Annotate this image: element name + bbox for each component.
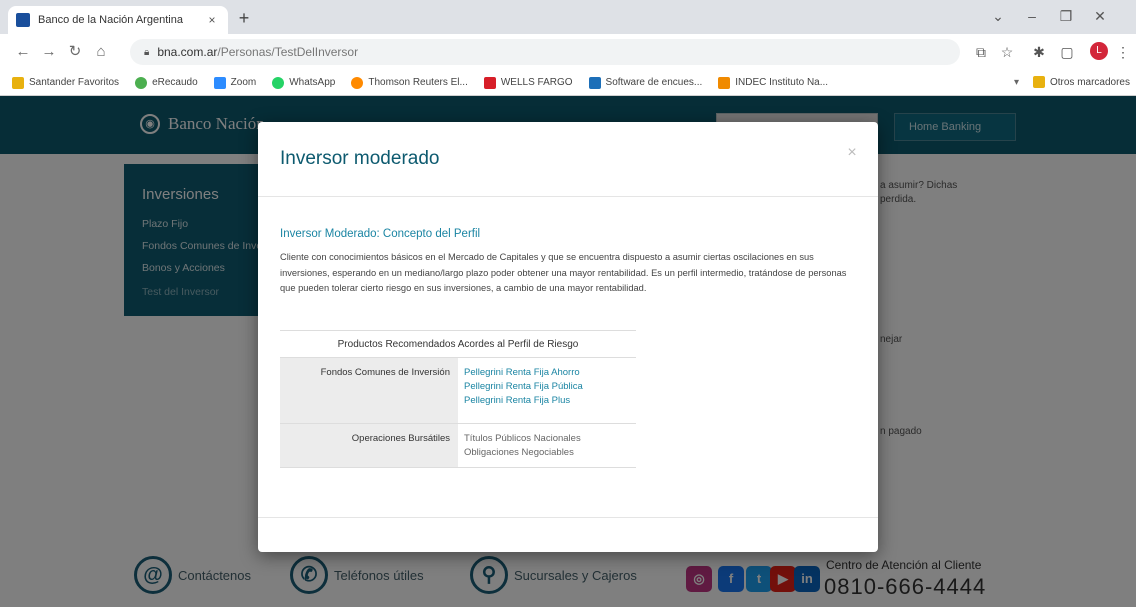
- restore-icon[interactable]: ❐: [1056, 8, 1076, 24]
- bna-favicon-icon: [16, 13, 30, 27]
- row-label: Fondos Comunes de Inversión: [280, 358, 458, 423]
- sidepanel-icon[interactable]: ▢: [1058, 43, 1076, 61]
- bookmark-item[interactable]: Zoom: [213, 76, 256, 89]
- recommended-products-table: Productos Recomendados Acordes al Perfil…: [280, 330, 636, 468]
- table-row: Fondos Comunes de Inversión Pellegrini R…: [280, 358, 636, 424]
- browser-toolbar: ← → ↻ ⌂ 🔒︎ bna.com.ar/Personas/TestDelIn…: [0, 34, 1136, 70]
- lock-icon: 🔒︎: [144, 46, 150, 58]
- table-row: Operaciones Bursátiles Títulos Públicos …: [280, 424, 636, 468]
- modal-title: Inversor moderado: [280, 148, 440, 169]
- install-app-icon[interactable]: ⧉: [972, 43, 990, 61]
- row-values: Títulos Públicos Nacionales Obligaciones…: [458, 424, 636, 467]
- new-tab-button[interactable]: +: [234, 8, 254, 28]
- back-icon[interactable]: ←: [14, 43, 32, 61]
- extensions-icon[interactable]: ✱: [1030, 43, 1048, 61]
- modal-header: Inversor moderado ×: [258, 122, 878, 197]
- reload-icon[interactable]: ↻: [66, 43, 84, 61]
- bookmark-favicon-icon: [588, 76, 601, 89]
- other-bookmarks[interactable]: ▾ Otros marcadores: [1014, 76, 1130, 88]
- product-link[interactable]: Pellegrini Renta Fija Ahorro: [464, 366, 636, 380]
- row-label: Operaciones Bursátiles: [280, 424, 458, 467]
- bookmark-folder-icon: [12, 76, 24, 89]
- bookmark-item[interactable]: Software de encues...: [588, 76, 702, 89]
- address-bar[interactable]: 🔒︎ bna.com.ar/Personas/TestDelInversor: [130, 39, 960, 65]
- modal-footer-divider: [258, 517, 878, 518]
- profile-description: Cliente con conocimientos básicos en el …: [280, 252, 847, 293]
- bookmark-item[interactable]: eRecaudo: [135, 76, 198, 89]
- bookmarks-bar: Santander Favoritos eRecaudo Zoom WhatsA…: [0, 70, 1136, 96]
- minimize-icon[interactable]: –: [1022, 8, 1042, 24]
- tab-title: Banco de la Nación Argentina: [38, 14, 183, 26]
- product-text: Obligaciones Negociables: [464, 447, 574, 458]
- bookmark-item[interactable]: Thomson Reuters El...: [351, 76, 468, 89]
- zoom-icon: [213, 76, 226, 89]
- section-title: Inversor Moderado: Concepto del Perfil: [280, 228, 481, 240]
- wells-fargo-icon: [483, 76, 496, 89]
- bookmark-item[interactable]: Santander Favoritos: [12, 76, 119, 89]
- tab-close-icon[interactable]: ×: [204, 13, 220, 27]
- product-link[interactable]: Pellegrini Renta Fija Pública: [464, 380, 636, 394]
- bookmark-folder-icon: [1032, 76, 1045, 88]
- bookmark-item[interactable]: WhatsApp: [272, 76, 335, 89]
- bookmark-item[interactable]: WELLS FARGO: [483, 76, 573, 89]
- bookmark-favicon-icon: [718, 76, 731, 89]
- forward-icon[interactable]: →: [40, 43, 58, 61]
- row-values: Pellegrini Renta Fija Ahorro Pellegrini …: [458, 358, 636, 423]
- product-text: Títulos Públicos Nacionales: [464, 433, 581, 444]
- bookmark-star-icon[interactable]: ☆: [998, 43, 1016, 61]
- browser-tab-bar: Banco de la Nación Argentina × + ⌄ – ❐ ✕: [0, 0, 1136, 34]
- bookmark-item[interactable]: INDEC Instituto Na...: [718, 76, 828, 89]
- chevron-down-icon[interactable]: ▾: [1014, 77, 1019, 88]
- home-icon[interactable]: ⌂: [92, 43, 110, 61]
- profile-avatar[interactable]: L: [1090, 42, 1108, 60]
- bookmark-favicon-icon: [135, 76, 148, 89]
- whatsapp-icon: [272, 76, 285, 89]
- menu-icon[interactable]: ⋮: [1114, 43, 1132, 61]
- tab-search-icon[interactable]: ⌄: [988, 8, 1008, 24]
- profile-modal: Inversor moderado × Inversor Moderado: C…: [258, 122, 878, 552]
- window-close-icon[interactable]: ✕: [1090, 8, 1110, 24]
- close-icon[interactable]: ×: [844, 144, 860, 162]
- browser-tab[interactable]: Banco de la Nación Argentina ×: [8, 6, 228, 34]
- url-text: bna.com.ar/Personas/TestDelInversor: [157, 45, 359, 59]
- bookmark-favicon-icon: [351, 76, 364, 89]
- product-link[interactable]: Pellegrini Renta Fija Plus: [464, 394, 636, 408]
- table-header: Productos Recomendados Acordes al Perfil…: [280, 330, 636, 358]
